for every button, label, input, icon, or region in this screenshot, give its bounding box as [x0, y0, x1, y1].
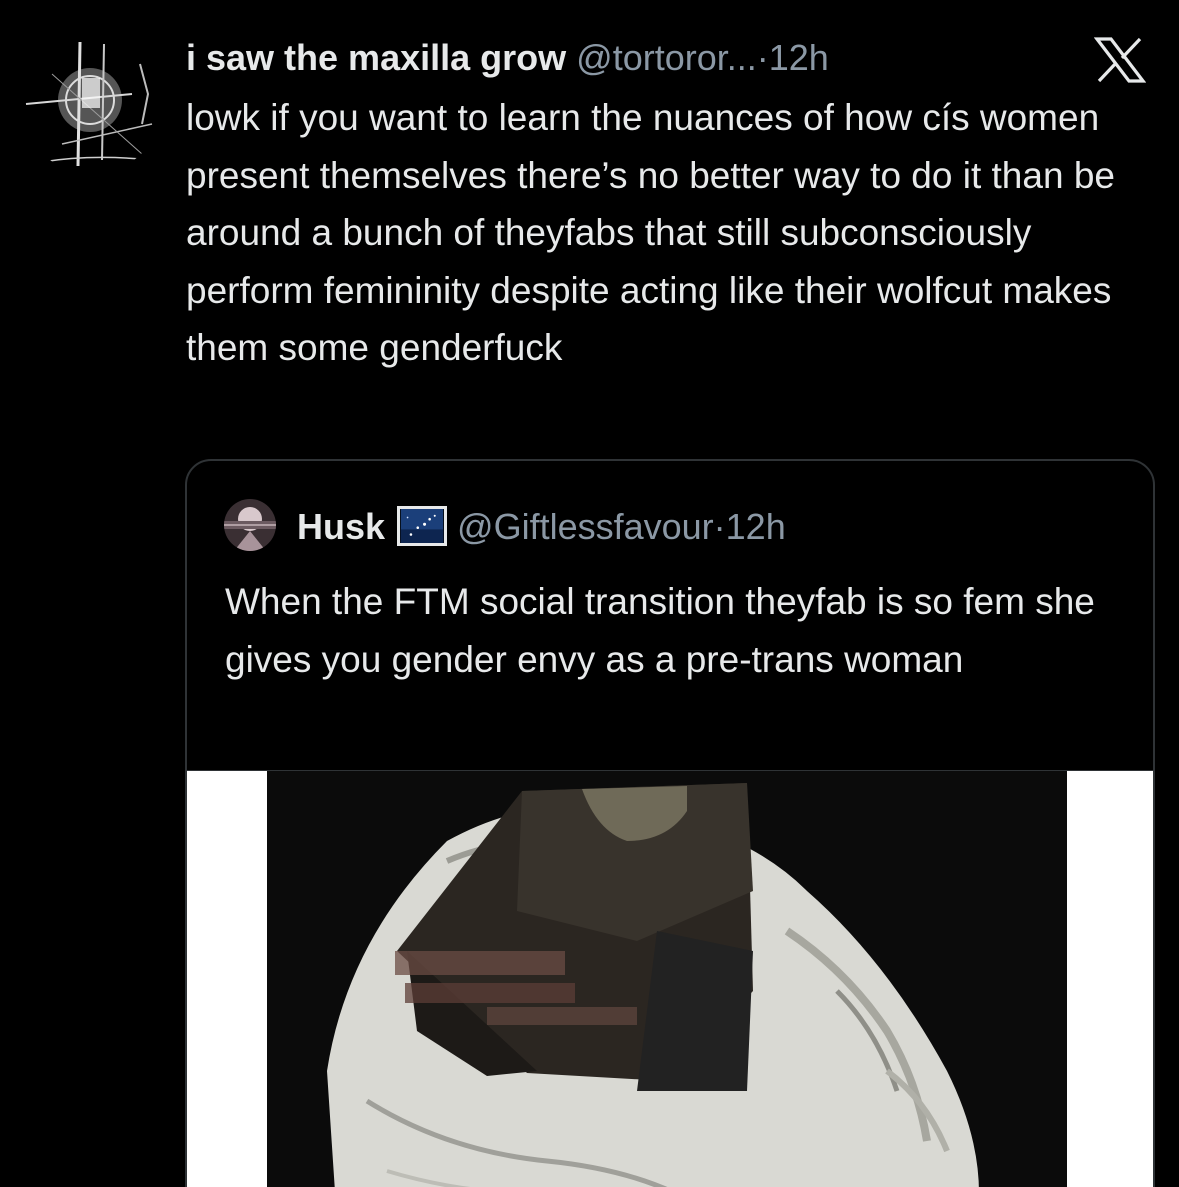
quote-timestamp[interactable]: 12h [726, 506, 786, 547]
quote-avatar[interactable] [224, 499, 276, 551]
quote-text: When the FTM social transition theyfab i… [225, 581, 1095, 680]
quote-header: Husk @Giftlessfavour·12h [297, 501, 786, 553]
avatar[interactable] [22, 34, 162, 174]
timestamp[interactable]: 12h [769, 37, 829, 78]
quote-separator-dot: · [713, 506, 726, 547]
sketch-avatar-icon [22, 34, 162, 174]
quote-media[interactable] [187, 770, 1153, 1187]
quote-display-name[interactable]: Husk [297, 506, 385, 547]
display-name[interactable]: i saw the maxilla grow [186, 37, 566, 78]
quote-avatar-icon [224, 499, 276, 551]
tweet[interactable]: i saw the maxilla grow @tortoror...·12h … [0, 0, 1179, 1187]
tweet-text: lowk if you want to learn the nuances of… [186, 97, 1115, 368]
separator-dot: · [756, 37, 769, 78]
night-sky-flag-icon [397, 506, 448, 547]
quote-handle[interactable]: @Giftlessfavour [457, 506, 714, 547]
handle[interactable]: @tortoror... [576, 37, 757, 78]
statue-meme-image [187, 771, 1153, 1187]
quote-tweet-card[interactable]: Husk @Giftlessfavour·12h When the FTM so… [185, 459, 1155, 1187]
tweet-header: i saw the maxilla grow @tortoror...·12h [186, 32, 1086, 84]
x-logo-icon[interactable] [1094, 36, 1146, 84]
